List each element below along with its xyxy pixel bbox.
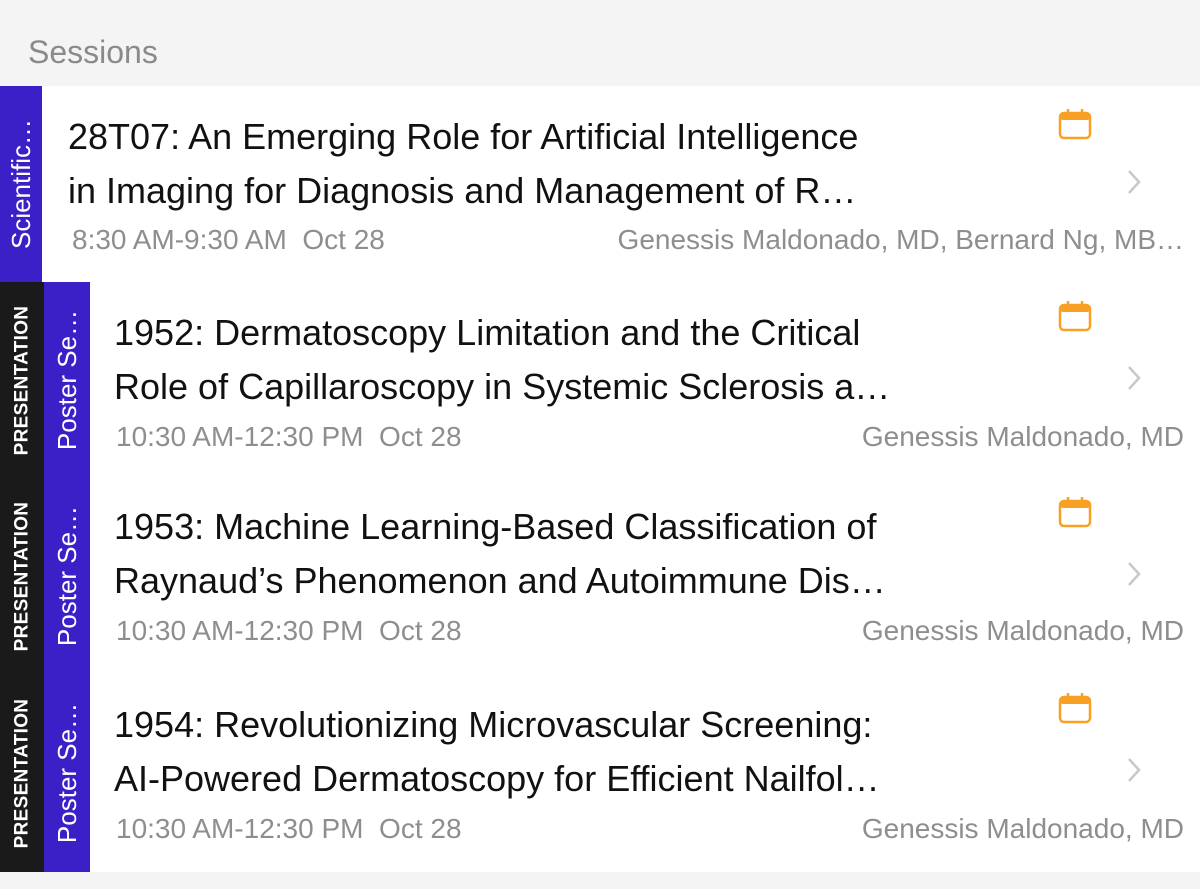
chevron-right-icon[interactable] [1126,756,1142,784]
session-title-line1: 1952: Dermatoscopy Limitation and the Cr… [114,312,861,353]
session-title-line1: 28T07: An Emerging Role for Artificial I… [68,116,859,157]
category-tab: Poster Se… [44,674,90,872]
category-label: Scientific… [6,118,37,250]
session-time-range: 8:30 AM-9:30 AM [72,224,287,255]
type-label: PRESENTATION [11,305,33,455]
calendar-icon[interactable] [1058,496,1092,528]
type-tab: PRESENTATION [0,282,44,478]
category-tab: Poster Se… [44,282,90,478]
chevron-right-icon[interactable] [1126,168,1142,196]
session-title-line2: in Imaging for Diagnosis and Management … [68,170,857,211]
session-time: 10:30 AM-12:30 PM Oct 28 [116,812,462,846]
session-title-line2: Raynaud’s Phenomenon and Autoimmune Dis… [114,560,886,601]
session-date: Oct 28 [379,813,462,844]
sessions-header: Sessions [0,0,1200,86]
session-row[interactable]: PRESENTATION Poster Se… 1952: Dermatosco… [0,282,1200,478]
session-date: Oct 28 [379,421,462,452]
category-label: Poster Se… [52,309,83,451]
session-time: 8:30 AM-9:30 AM Oct 28 [72,223,385,257]
category-tab: Scientific… [0,86,42,282]
type-label: PRESENTATION [11,698,33,848]
chevron-right-icon[interactable] [1126,364,1142,392]
page-title: Sessions [28,34,158,70]
session-speakers: Genessis Maldonado, MD [861,813,1184,844]
session-title-line2: Role of Capillaroscopy in Systemic Scler… [114,366,891,407]
session-time-range: 10:30 AM-12:30 PM [116,813,364,844]
session-time-range: 10:30 AM-12:30 PM [116,615,364,646]
session-time-range: 10:30 AM-12:30 PM [116,421,364,452]
session-row[interactable]: Scientific… 28T07: An Emerging Role for … [0,86,1200,282]
session-row[interactable]: PRESENTATION Poster Se… 1953: Machine Le… [0,478,1200,674]
session-speakers: Genessis Maldonado, MD, Bernard Ng, MB… [617,224,1184,255]
category-label: Poster Se… [52,702,83,844]
type-label: PRESENTATION [11,501,33,651]
type-tab: PRESENTATION [0,674,44,872]
session-date: Oct 28 [379,615,462,646]
chevron-right-icon[interactable] [1126,560,1142,588]
session-speakers: Genessis Maldonado, MD [861,421,1184,452]
calendar-icon[interactable] [1058,300,1092,332]
session-time: 10:30 AM-12:30 PM Oct 28 [116,420,462,454]
session-title-line2: AI-Powered Dermatoscopy for Efficient Na… [114,758,880,799]
calendar-icon[interactable] [1058,108,1092,140]
type-tab: PRESENTATION [0,478,44,674]
session-time: 10:30 AM-12:30 PM Oct 28 [116,614,462,648]
list-footer [0,872,1200,889]
category-tab: Poster Se… [44,478,90,674]
category-label: Poster Se… [52,505,83,647]
session-title-line1: 1954: Revolutionizing Microvascular Scre… [114,704,873,745]
session-title-line1: 1953: Machine Learning-Based Classificat… [114,506,877,547]
session-date: Oct 28 [302,224,385,255]
session-row[interactable]: PRESENTATION Poster Se… 1954: Revolution… [0,674,1200,872]
session-speakers: Genessis Maldonado, MD [861,615,1184,646]
calendar-icon[interactable] [1058,692,1092,724]
